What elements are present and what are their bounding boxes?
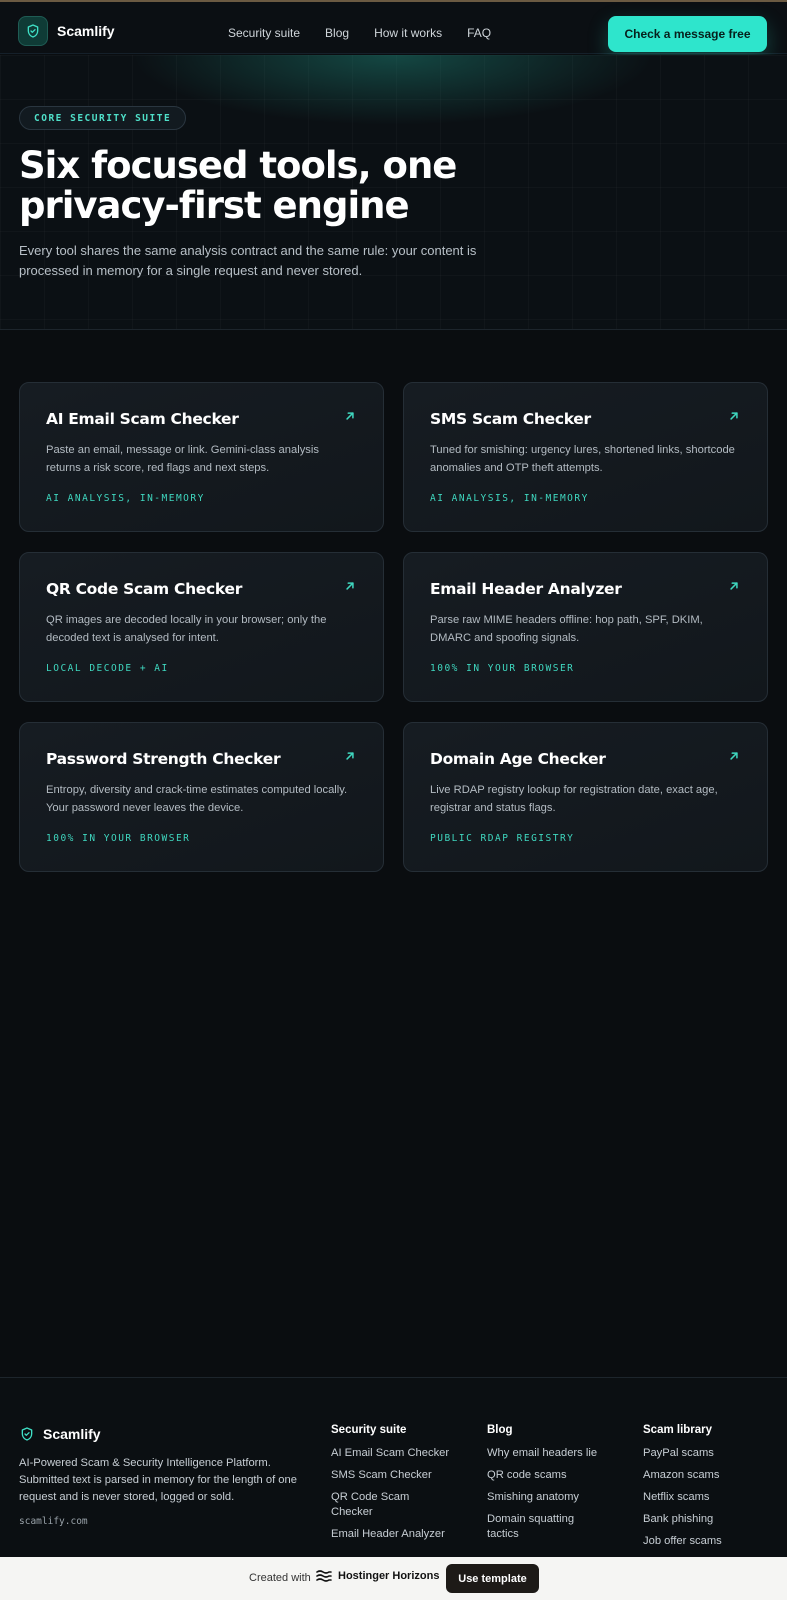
footer-brand-logo[interactable]: Scamlify [19, 1426, 101, 1442]
site-footer: Scamlify AI-Powered Scam & Security Inte… [0, 1377, 787, 1557]
arrow-up-right-icon [730, 752, 738, 760]
tool-card-password-strength-checker[interactable]: Password Strength Checker Entropy, diver… [19, 722, 384, 872]
tool-card-title: Domain Age Checker [430, 750, 606, 768]
footer-link[interactable]: Amazon scams [643, 1468, 773, 1483]
tool-card-title: Email Header Analyzer [430, 580, 622, 598]
tool-card-description: QR images are decoded locally in your br… [46, 614, 327, 644]
arrow-up-right-icon [730, 412, 738, 420]
use-template-button[interactable]: Use template [446, 1564, 539, 1593]
hostinger-brand[interactable]: Hostinger Horizons [316, 1570, 439, 1582]
tool-card-title: AI Email Scam Checker [46, 410, 239, 428]
tool-card-email-header-analyzer[interactable]: Email Header Analyzer Parse raw MIME hea… [403, 552, 768, 702]
main-nav: Security suite Blog How it works FAQ [228, 26, 491, 40]
hostinger-promo-bar: Created with Hostinger Horizons Use temp… [0, 1557, 787, 1600]
tool-card-tag: LOCAL DECODE + AI [46, 663, 169, 674]
tool-card-title: Password Strength Checker [46, 750, 281, 768]
brand-logo[interactable]: Scamlify [18, 16, 115, 46]
footer-description: AI-Powered Scam & Security Intelligence … [19, 1457, 297, 1503]
footer-column-heading: Blog [487, 1424, 513, 1436]
tool-card-sms-scam-checker[interactable]: SMS Scam Checker Tuned for smishing: urg… [403, 382, 768, 532]
hero-subtitle: Every tool shares the same analysis cont… [19, 243, 477, 278]
check-message-button[interactable]: Check a message free [608, 16, 767, 52]
nav-item-blog[interactable]: Blog [325, 26, 349, 40]
tool-card-description: Live RDAP registry lookup for registrati… [430, 784, 718, 814]
tool-card-tag: PUBLIC RDAP REGISTRY [430, 833, 575, 844]
nav-item-faq[interactable]: FAQ [467, 26, 491, 40]
tool-card-domain-age-checker[interactable]: Domain Age Checker Live RDAP registry lo… [403, 722, 768, 872]
footer-link[interactable]: QR code scams [487, 1468, 637, 1483]
tool-card-description: Paste an email, message or link. Gemini-… [46, 444, 319, 474]
tool-card-qr-code-scam-checker[interactable]: QR Code Scam Checker QR images are decod… [19, 552, 384, 702]
footer-column-scam-library: Scam library PayPal scams Amazon scams N… [643, 1424, 773, 1556]
tool-card-title: QR Code Scam Checker [46, 580, 243, 598]
nav-item-how-it-works[interactable]: How it works [374, 26, 442, 40]
footer-column-heading: Scam library [643, 1424, 713, 1436]
footer-brand-name: Scamlify [43, 1426, 101, 1442]
footer-column-security-suite: Security suite AI Email Scam Checker SMS… [331, 1424, 481, 1549]
tool-card-description: Tuned for smishing: urgency lures, short… [430, 444, 735, 474]
arrow-up-right-icon [346, 582, 354, 590]
footer-link[interactable]: Job offer scams [643, 1534, 773, 1549]
hero-section: CORE SECURITY SUITE Six focused tools, o… [0, 55, 787, 330]
eyebrow-badge: CORE SECURITY SUITE [19, 106, 187, 130]
footer-link[interactable]: PayPal scams [643, 1446, 773, 1461]
hostinger-brand-name: Hostinger Horizons [338, 1570, 440, 1582]
footer-link[interactable]: Domain squatting tactics [487, 1512, 597, 1542]
nav-item-security-suite[interactable]: Security suite [228, 26, 300, 40]
tool-card-tag: AI ANALYSIS, IN-MEMORY [430, 493, 589, 504]
shield-icon [21, 1427, 33, 1441]
shield-icon [18, 16, 48, 46]
page-title: Six focused tools, one privacy-first eng… [19, 144, 457, 227]
tool-card-tag: 100% IN YOUR BROWSER [46, 833, 191, 844]
footer-column-heading: Security suite [331, 1424, 407, 1436]
footer-link[interactable]: Bank phishing [643, 1512, 773, 1527]
footer-link[interactable]: Email Header Analyzer [331, 1527, 481, 1542]
hostinger-logo-icon [316, 1570, 332, 1582]
tool-card-title: SMS Scam Checker [430, 410, 591, 428]
footer-link[interactable]: Why email headers lie [487, 1446, 637, 1461]
arrow-up-right-icon [346, 752, 354, 760]
tool-card-tag: 100% IN YOUR BROWSER [430, 663, 575, 674]
arrow-up-right-icon [346, 412, 354, 420]
footer-link[interactable]: QR Code Scam Checker [331, 1490, 431, 1520]
footer-domain: scamlify.com [19, 1516, 88, 1527]
tool-card-description: Entropy, diversity and crack-time estima… [46, 784, 348, 814]
footer-column-blog: Blog Why email headers lie QR code scams… [487, 1424, 637, 1549]
footer-link[interactable]: Netflix scams [643, 1490, 773, 1505]
footer-link[interactable]: AI Email Scam Checker [331, 1446, 481, 1461]
footer-link[interactable]: Smishing anatomy [487, 1490, 637, 1505]
brand-name: Scamlify [57, 23, 115, 39]
site-header: Scamlify Security suite Blog How it work… [0, 2, 787, 54]
tool-card-tag: AI ANALYSIS, IN-MEMORY [46, 493, 205, 504]
created-with-label: Created with [249, 1572, 311, 1584]
footer-link[interactable]: SMS Scam Checker [331, 1468, 481, 1483]
tool-card-email-scam-checker[interactable]: AI Email Scam Checker Paste an email, me… [19, 382, 384, 532]
tool-card-description: Parse raw MIME headers offline: hop path… [430, 614, 703, 644]
arrow-up-right-icon [730, 582, 738, 590]
